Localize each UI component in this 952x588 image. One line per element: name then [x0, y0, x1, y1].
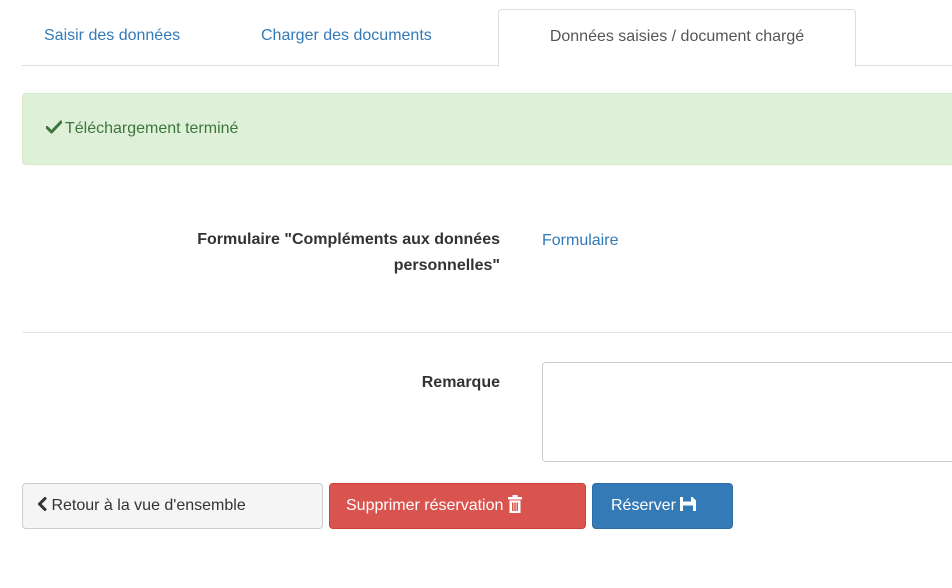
back-button-label: Retour à la vue d'ensemble: [51, 497, 246, 514]
floppy-disk-icon: [680, 496, 697, 511]
success-alert: Téléchargement terminé: [22, 93, 952, 165]
back-to-overview-button[interactable]: Retour à la vue d'ensemble: [22, 483, 323, 529]
checkmark-icon: [46, 120, 62, 134]
reserve-button[interactable]: Réserver: [592, 483, 733, 529]
tab-bar: Saisir des données Charger des documents…: [22, 9, 952, 67]
chevron-left-icon: [38, 496, 47, 511]
trash-icon: [507, 494, 522, 513]
reserve-button-label: Réserver: [611, 497, 676, 514]
complement-form-label: Formulaire "Compléments aux données pers…: [197, 231, 500, 274]
alert-message: Téléchargement terminé: [65, 120, 239, 137]
delete-button-label: Supprimer réservation: [346, 497, 504, 514]
delete-reservation-button[interactable]: Supprimer réservation: [329, 483, 586, 529]
tab-upload-documents[interactable]: Charger des documents: [239, 9, 454, 66]
complement-form-link[interactable]: Formulaire: [542, 229, 618, 253]
remark-textarea[interactable]: [542, 362, 952, 462]
divider: [22, 332, 952, 333]
remark-label: Remarque: [421, 374, 500, 391]
tab-entered-data[interactable]: Données saisies / document chargé: [498, 9, 856, 67]
page: Saisir des données Charger des documents…: [0, 0, 952, 588]
tab-enter-data[interactable]: Saisir des données: [22, 9, 202, 66]
